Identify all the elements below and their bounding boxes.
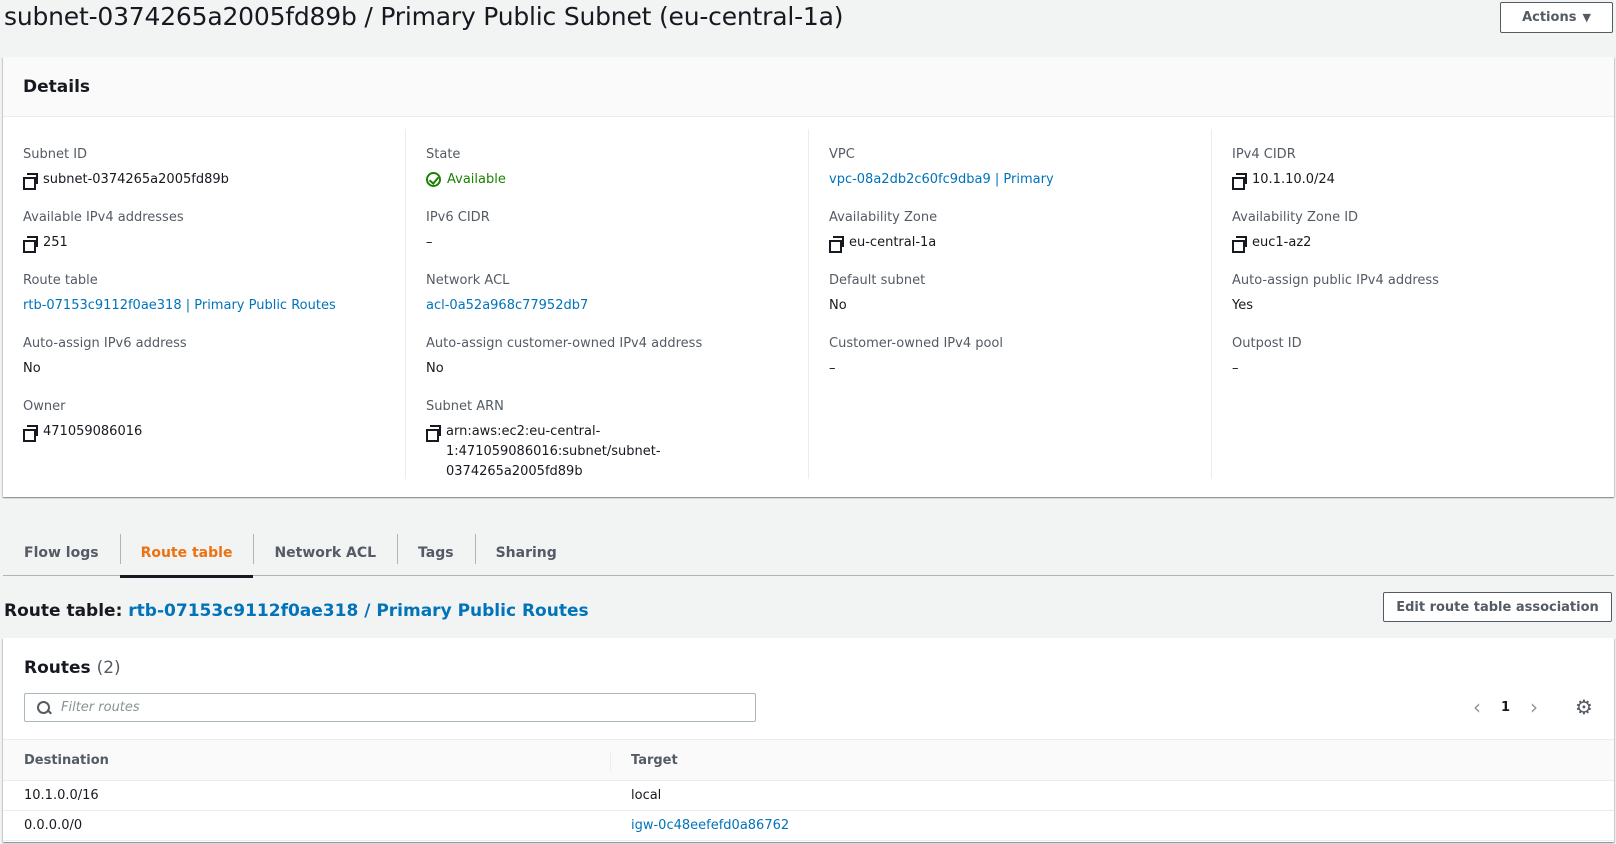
route-table-heading-link[interactable]: rtb-07153c9112f0ae318 / Primary Public R… (128, 601, 588, 621)
owner-value: 471059086016 (43, 424, 143, 439)
routes-title-text: Routes (24, 658, 91, 678)
availability-zone-value: eu-central-1a (849, 235, 937, 250)
vpc-label: VPC (829, 147, 855, 162)
copy-icon[interactable] (426, 425, 441, 442)
target-link[interactable]: igw-0c48eefefd0a86762 (610, 818, 1614, 833)
destination-cell: 0.0.0.0/0 (24, 818, 83, 833)
tab-sharing[interactable]: Sharing (474, 530, 578, 576)
auto-assign-public-ipv4-value: Yes (1232, 298, 1253, 313)
auto-assign-ipv6-label: Auto-assign IPv6 address (23, 336, 187, 351)
copy-icon[interactable] (23, 236, 38, 253)
filter-routes-field[interactable] (24, 693, 756, 722)
routes-count: (2) (96, 658, 121, 678)
routes-title: Routes (2) (24, 658, 121, 678)
outpost-id-value: – (1232, 361, 1239, 376)
route-table-heading: Route table: rtb-07153c9112f0ae318 / Pri… (4, 601, 589, 621)
chevron-right-icon[interactable]: › (1530, 697, 1538, 717)
tab-tags[interactable]: Tags (397, 530, 475, 576)
network-acl-link[interactable]: acl-0a52a968c77952db7 (426, 296, 588, 316)
state-value: Available (447, 172, 506, 187)
availability-zone-id-value: euc1-az2 (1252, 235, 1312, 250)
column-header-target[interactable]: Target (610, 750, 1614, 771)
pagination: ‹ 1 › (1473, 697, 1538, 717)
filter-routes-input[interactable] (61, 700, 755, 715)
ipv6-cidr-value: – (426, 235, 433, 250)
default-subnet-value: No (829, 298, 847, 313)
routes-table: Destination Target 10.1.0.0/16 local 0.0… (3, 739, 1614, 841)
subnet-id-value: subnet-0374265a2005fd89b (43, 172, 229, 187)
copy-icon[interactable] (829, 236, 844, 253)
auto-assign-public-ipv4-label: Auto-assign public IPv4 address (1232, 273, 1439, 288)
actions-button[interactable]: Actions ▼ (1500, 2, 1613, 33)
available-ipv4-label: Available IPv4 addresses (23, 210, 184, 225)
details-column-2: State Available IPv6 CIDR – Network ACL … (405, 129, 808, 479)
copy-icon[interactable] (1232, 173, 1247, 190)
table-row: 10.1.0.0/16 local (3, 781, 1614, 811)
ipv4-cidr-label: IPv4 CIDR (1232, 147, 1296, 162)
network-acl-label: Network ACL (426, 273, 510, 288)
outpost-id-label: Outpost ID (1232, 336, 1302, 351)
copy-icon[interactable] (23, 173, 38, 190)
tab-network-acl[interactable]: Network ACL (253, 530, 397, 576)
page-title: subnet-0374265a2005fd89b / Primary Publi… (4, 2, 844, 31)
customer-ipv4-pool-value: – (829, 361, 836, 376)
details-column-4: IPv4 CIDR 10.1.10.0/24 Availability Zone… (1211, 129, 1614, 479)
copy-icon[interactable] (1232, 236, 1247, 253)
subnet-tabs: Flow logs Route table Network ACL Tags S… (3, 530, 1614, 578)
route-table-prefix: Route table: (4, 601, 123, 621)
details-title: Details (3, 57, 1614, 117)
search-icon (37, 700, 51, 715)
availability-zone-label: Availability Zone (829, 210, 938, 225)
details-panel: Details Subnet ID subnet-0374265a2005fd8… (3, 57, 1614, 497)
tab-route-table[interactable]: Route table (119, 530, 254, 578)
actions-label: Actions (1522, 10, 1577, 25)
owner-label: Owner (23, 399, 66, 414)
caret-down-icon: ▼ (1582, 11, 1591, 24)
auto-assign-customer-ipv4-label: Auto-assign customer-owned IPv4 address (426, 336, 703, 351)
state-label: State (426, 147, 461, 162)
available-ipv4-value: 251 (43, 235, 68, 250)
copy-icon[interactable] (23, 425, 38, 442)
route-table-link[interactable]: rtb-07153c9112f0ae318 | Primary Public R… (23, 296, 336, 316)
current-page[interactable]: 1 (1501, 700, 1510, 715)
details-column-1: Subnet ID subnet-0374265a2005fd89b Avail… (3, 129, 405, 479)
gear-icon[interactable]: ⚙ (1575, 697, 1593, 717)
chevron-left-icon[interactable]: ‹ (1473, 697, 1481, 717)
check-circle-icon (426, 172, 441, 187)
tab-flow-logs[interactable]: Flow logs (3, 530, 120, 576)
target-cell: local (631, 788, 662, 803)
subnet-arn-value: arn:aws:ec2:eu-central- 1:471059086016:s… (446, 424, 661, 479)
table-row: 0.0.0.0/0 igw-0c48eefefd0a86762 (3, 811, 1614, 841)
route-table-label: Route table (23, 273, 98, 288)
ipv6-cidr-label: IPv6 CIDR (426, 210, 490, 225)
subnet-arn-label: Subnet ARN (426, 399, 504, 414)
destination-cell: 10.1.0.0/16 (24, 788, 99, 803)
auto-assign-customer-ipv4-value: No (426, 361, 444, 376)
vpc-link[interactable]: vpc-08a2db2c60fc9dba9 | Primary (829, 170, 1054, 190)
customer-ipv4-pool-label: Customer-owned IPv4 pool (829, 336, 1003, 351)
auto-assign-ipv6-value: No (23, 361, 41, 376)
availability-zone-id-label: Availability Zone ID (1232, 210, 1359, 225)
details-column-3: VPC vpc-08a2db2c60fc9dba9 | Primary Avai… (808, 129, 1211, 479)
column-header-destination[interactable]: Destination (3, 753, 610, 768)
table-header: Destination Target (3, 739, 1614, 781)
routes-panel: Routes (2) ‹ 1 › ⚙ Destination Target 10… (3, 638, 1614, 842)
subnet-id-label: Subnet ID (23, 147, 88, 162)
default-subnet-label: Default subnet (829, 273, 926, 288)
edit-route-table-association-button[interactable]: Edit route table association (1383, 592, 1612, 622)
ipv4-cidr-value: 10.1.10.0/24 (1252, 172, 1335, 187)
